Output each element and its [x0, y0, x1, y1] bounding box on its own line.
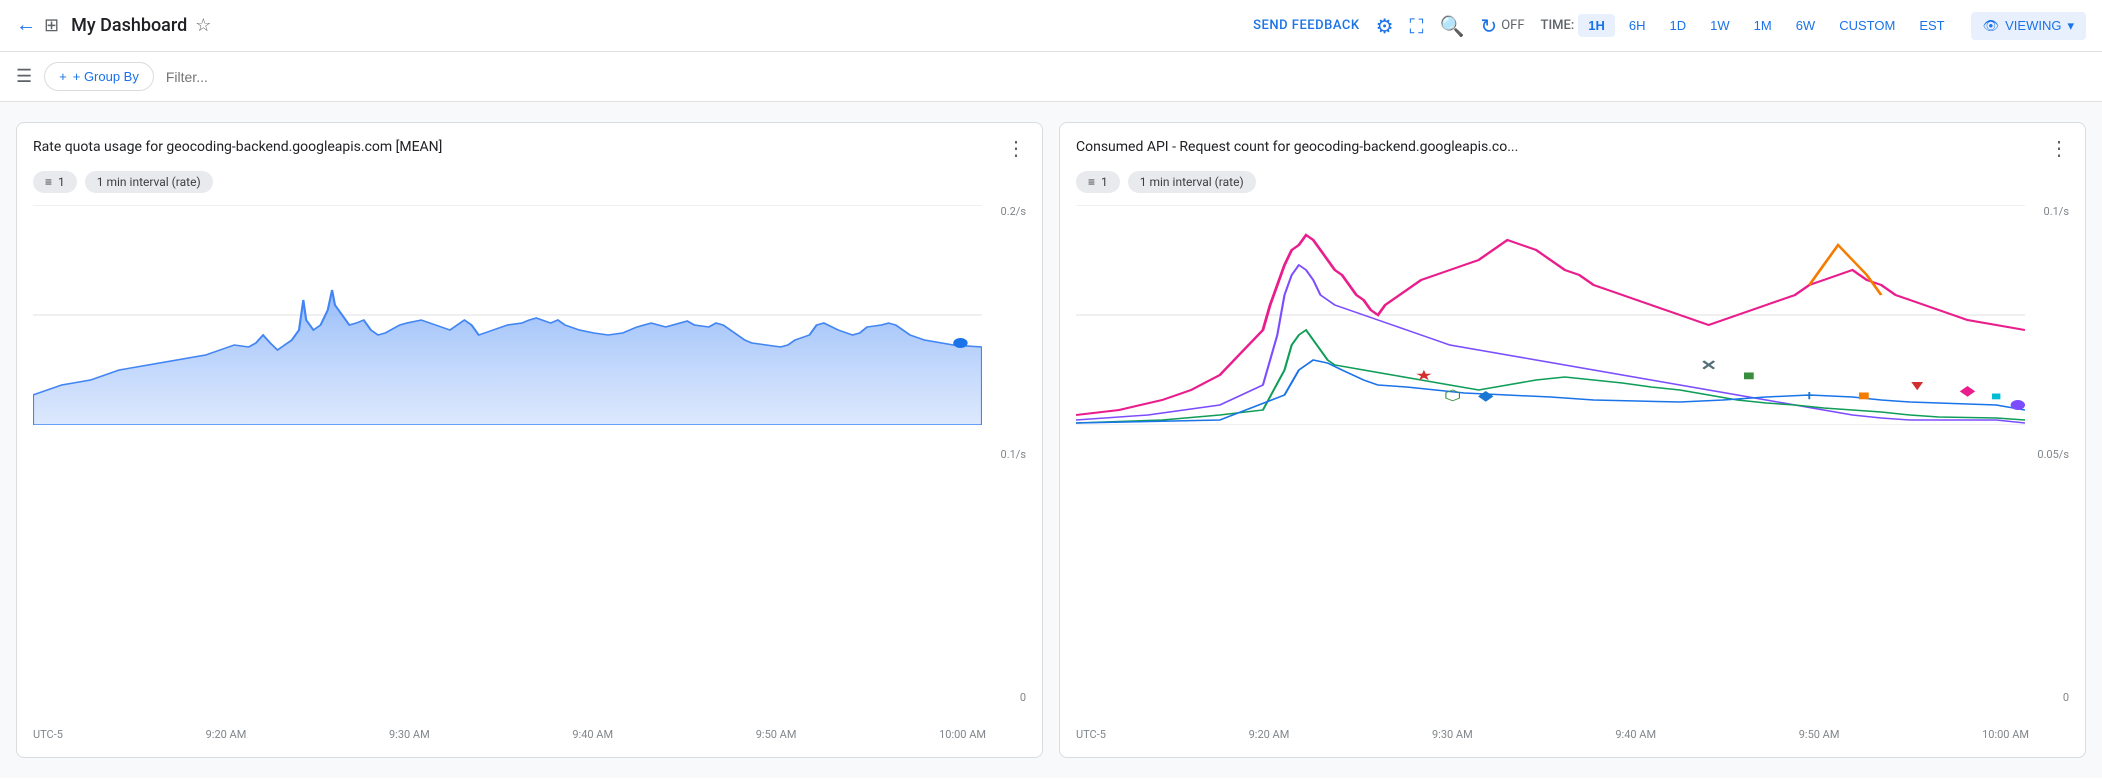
svg-text:◆: ◆	[1960, 383, 1976, 399]
chart-card-2: Consumed API - Request count for geocodi…	[1059, 122, 2086, 758]
chart2-x-labels: UTC-5 9:20 AM 9:30 AM 9:40 AM 9:50 AM 10…	[1076, 728, 2029, 741]
chart2-y-bottom: 0	[2063, 691, 2069, 704]
svg-text:⬡: ⬡	[1444, 388, 1462, 404]
chart1-more-button[interactable]: ⋮	[1006, 139, 1026, 159]
chart-card-1: Rate quota usage for geocoding-backend.g…	[16, 122, 1043, 758]
grid-icon: ⊞	[44, 15, 59, 36]
chart2-y-top: 0.1/s	[2044, 205, 2069, 218]
chart1-filter-chip[interactable]: ≡ 1	[33, 171, 77, 193]
refresh-label: OFF	[1501, 18, 1524, 33]
filter-icon: ≡	[45, 175, 52, 189]
x-label-3: 9:40 AM	[572, 728, 613, 741]
chart2-header: Consumed API - Request count for geocodi…	[1076, 139, 2069, 159]
plus-icon: +	[59, 69, 67, 84]
x2-label-3: 9:40 AM	[1615, 728, 1656, 741]
chart1-chips: ≡ 1 1 min interval (rate)	[33, 171, 1026, 193]
chart1-y-mid: 0.1/s	[1001, 448, 1026, 461]
time-section: TIME: 1H 6H 1D 1W 1M 6W CUSTOM EST	[1541, 14, 1955, 37]
star-icon[interactable]: ☆	[195, 15, 211, 36]
svg-text:■: ■	[1991, 389, 2001, 404]
hamburger-icon[interactable]: ☰	[16, 66, 32, 87]
time-1h-button[interactable]: 1H	[1578, 14, 1615, 37]
back-button[interactable]: ←	[16, 14, 36, 37]
x2-label-5: 10:00 AM	[1982, 728, 2029, 741]
header-left: ← ⊞ My Dashboard ☆	[16, 14, 1245, 37]
send-feedback-button[interactable]: SEND FEEDBACK	[1253, 18, 1359, 33]
svg-text:★: ★	[1415, 368, 1433, 384]
chart1-title: Rate quota usage for geocoding-backend.g…	[33, 139, 442, 155]
chart1-svg	[33, 205, 982, 425]
time-1w-button[interactable]: 1W	[1700, 14, 1740, 37]
chart2-interval-chip[interactable]: 1 min interval (rate)	[1128, 171, 1256, 193]
header-center: SEND FEEDBACK ⚙ ⛶ 🔍 ↻ OFF TIME: 1H 6H 1D…	[1253, 12, 2086, 40]
fullscreen-icon[interactable]: ⛶	[1410, 14, 1424, 38]
x-label-0: UTC-5	[33, 728, 63, 741]
chart2-filter-chip[interactable]: ≡ 1	[1076, 171, 1120, 193]
svg-text:■: ■	[1743, 368, 1755, 384]
chart1-area: 0.2/s 0.1/s 0	[33, 205, 1026, 741]
x-label-5: 10:00 AM	[939, 728, 986, 741]
x-label-1: 9:20 AM	[206, 728, 247, 741]
group-by-button[interactable]: + + Group By	[44, 62, 154, 91]
time-6h-button[interactable]: 6H	[1619, 14, 1656, 37]
settings-icon[interactable]: ⚙	[1376, 14, 1394, 38]
refresh-section[interactable]: ↻ OFF	[1480, 14, 1524, 38]
svg-text:◆: ◆	[1478, 388, 1494, 404]
dropdown-icon: ▾	[2067, 18, 2074, 34]
chip3-label: 1	[1101, 175, 1108, 189]
viewing-label: VIEWING	[2005, 18, 2061, 33]
svg-text:■: ■	[1858, 388, 1870, 404]
toolbar: ☰ + + Group By	[0, 52, 2102, 102]
filter-icon-2: ≡	[1088, 175, 1095, 189]
x2-label-1: 9:20 AM	[1249, 728, 1290, 741]
x2-label-0: UTC-5	[1076, 728, 1106, 741]
chart2-svg: ★ ⬡ ◆ ✕ ■ + ■ ▼	[1076, 205, 2025, 425]
dashboard-title: My Dashboard	[71, 15, 187, 36]
time-6w-button[interactable]: 6W	[1786, 14, 1826, 37]
chart2-chips: ≡ 1 1 min interval (rate)	[1076, 171, 2069, 193]
chart1-y-bottom: 0	[1020, 691, 1026, 704]
chart1-x-labels: UTC-5 9:20 AM 9:30 AM 9:40 AM 9:50 AM 10…	[33, 728, 986, 741]
chart2-title: Consumed API - Request count for geocodi…	[1076, 139, 1518, 155]
group-by-label: + Group By	[73, 69, 139, 84]
chip2-label: 1 min interval (rate)	[97, 175, 201, 189]
x-label-4: 9:50 AM	[756, 728, 797, 741]
eye-icon: 👁	[1983, 18, 2000, 34]
svg-text:+: +	[1804, 388, 1816, 404]
header-icons: ⚙ ⛶ 🔍	[1376, 14, 1465, 38]
x2-label-4: 9:50 AM	[1799, 728, 1840, 741]
svg-text:▼: ▼	[1907, 378, 1927, 394]
chart1-header: Rate quota usage for geocoding-backend.g…	[33, 139, 1026, 159]
x-label-2: 9:30 AM	[389, 728, 430, 741]
time-label: TIME:	[1541, 18, 1575, 33]
main-content: Rate quota usage for geocoding-backend.g…	[0, 102, 2102, 778]
chart2-y-mid: 0.05/s	[2037, 448, 2069, 461]
search-icon[interactable]: 🔍	[1440, 14, 1465, 38]
chart1-interval-chip[interactable]: 1 min interval (rate)	[85, 171, 213, 193]
chart2-area: 0.1/s 0.05/s 0	[1076, 205, 2069, 741]
time-custom-button[interactable]: CUSTOM	[1829, 14, 1905, 37]
chip1-label: 1	[58, 175, 65, 189]
timezone-button[interactable]: EST	[1909, 14, 1954, 37]
refresh-icon: ↻	[1480, 14, 1497, 38]
viewing-button[interactable]: 👁 VIEWING ▾	[1971, 12, 2086, 40]
filter-input[interactable]	[166, 69, 2086, 85]
chart2-more-button[interactable]: ⋮	[2049, 139, 2069, 159]
time-1m-button[interactable]: 1M	[1744, 14, 1782, 37]
time-1d-button[interactable]: 1D	[1660, 14, 1697, 37]
x2-label-2: 9:30 AM	[1432, 728, 1473, 741]
header: ← ⊞ My Dashboard ☆ SEND FEEDBACK ⚙ ⛶ 🔍 ↻…	[0, 0, 2102, 52]
chip4-label: 1 min interval (rate)	[1140, 175, 1244, 189]
chart1-y-top: 0.2/s	[1001, 205, 1026, 218]
chart1-end-dot	[953, 338, 967, 348]
svg-text:✕: ✕	[1700, 358, 1717, 374]
